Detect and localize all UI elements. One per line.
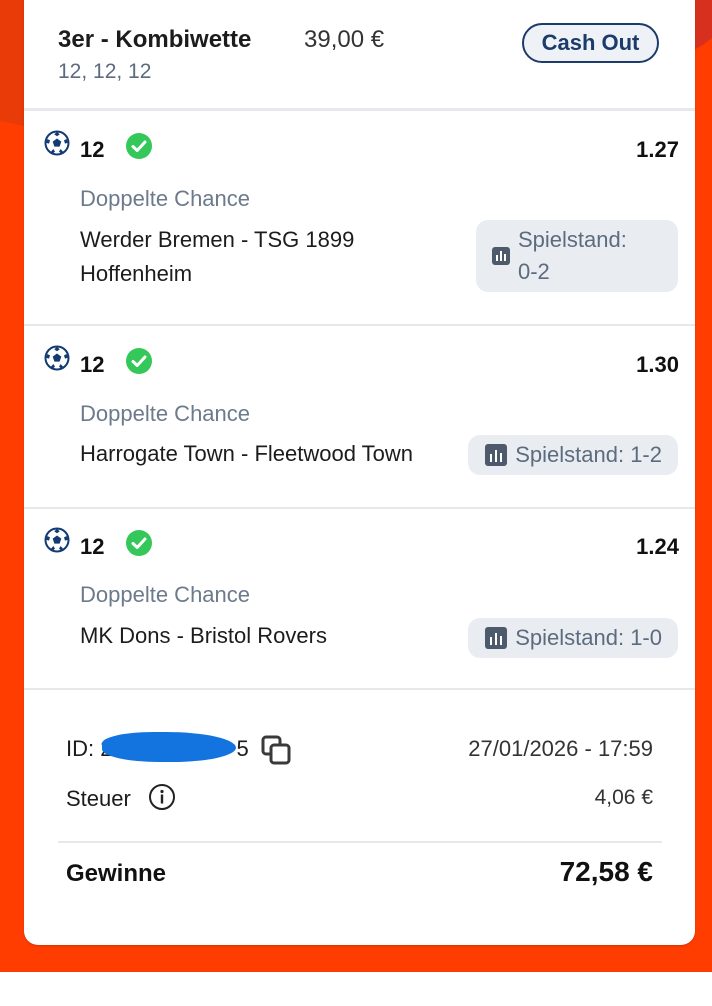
selection-event: MK Dons - Bristol Rovers xyxy=(80,623,327,648)
selection-odds: 1.30 xyxy=(636,352,679,377)
info-icon[interactable] xyxy=(148,783,176,811)
selection-event: Werder Bremen - TSG 1899 Hoffenheim xyxy=(80,227,355,286)
bet-subtitle: 12, 12, 12 xyxy=(58,60,152,83)
score-badge[interactable]: Spielstand: 1-2 xyxy=(468,435,678,475)
check-circle-icon xyxy=(126,133,152,159)
football-icon xyxy=(44,527,70,553)
bet-header: 3er - Kombiwette 39,00 € 12, 12, 12 Cash… xyxy=(24,0,695,108)
bet-card: 3er - Kombiwette 39,00 € 12, 12, 12 Cash… xyxy=(24,0,695,945)
check-circle-icon xyxy=(126,348,152,374)
selection-market: Doppelte Chance xyxy=(80,582,251,607)
selection-event: Harrogate Town - Fleetwood Town xyxy=(80,441,414,466)
score-badge[interactable]: Spielstand: 0-2 xyxy=(476,220,678,292)
selection-market: Doppelte Chance xyxy=(80,401,251,426)
selection-item[interactable]: 12 1.27 Doppelte Chance Werder Bremen - … xyxy=(24,111,695,326)
selection-odds: 1.24 xyxy=(636,534,679,559)
selection-odds: 1.27 xyxy=(636,137,679,162)
tax-label: Steuer xyxy=(66,786,131,811)
winnings-value: 72,58 € xyxy=(559,856,653,887)
bet-title: 3er - Kombiwette xyxy=(58,26,252,53)
copy-icon[interactable] xyxy=(260,734,294,768)
winnings-label: Gewinne xyxy=(66,860,167,887)
check-circle-icon xyxy=(126,530,152,556)
selection-pick: 12 xyxy=(80,352,105,377)
selection-item[interactable]: 12 1.30 Doppelte Chance Harrogate Town -… xyxy=(24,326,695,509)
redaction-mark xyxy=(102,732,236,762)
bet-stake: 39,00 € xyxy=(304,26,385,53)
stats-icon xyxy=(485,627,508,649)
selection-pick: 12 xyxy=(80,137,105,162)
divider xyxy=(58,841,662,843)
football-icon xyxy=(44,345,70,371)
score-badge[interactable]: Spielstand: 1-0 xyxy=(468,618,678,658)
selection-pick: 12 xyxy=(80,534,105,559)
cash-out-button[interactable]: Cash Out xyxy=(522,23,659,63)
stats-icon xyxy=(485,444,508,466)
selection-item[interactable]: 12 1.24 Doppelte Chance MK Dons - Bristo… xyxy=(24,508,695,690)
football-icon xyxy=(44,130,70,156)
selection-market: Doppelte Chance xyxy=(80,186,251,211)
tax-value: 4,06 € xyxy=(594,786,653,809)
bet-date: 27/01/2026 - 17:59 xyxy=(468,736,653,761)
stats-icon xyxy=(492,247,510,265)
